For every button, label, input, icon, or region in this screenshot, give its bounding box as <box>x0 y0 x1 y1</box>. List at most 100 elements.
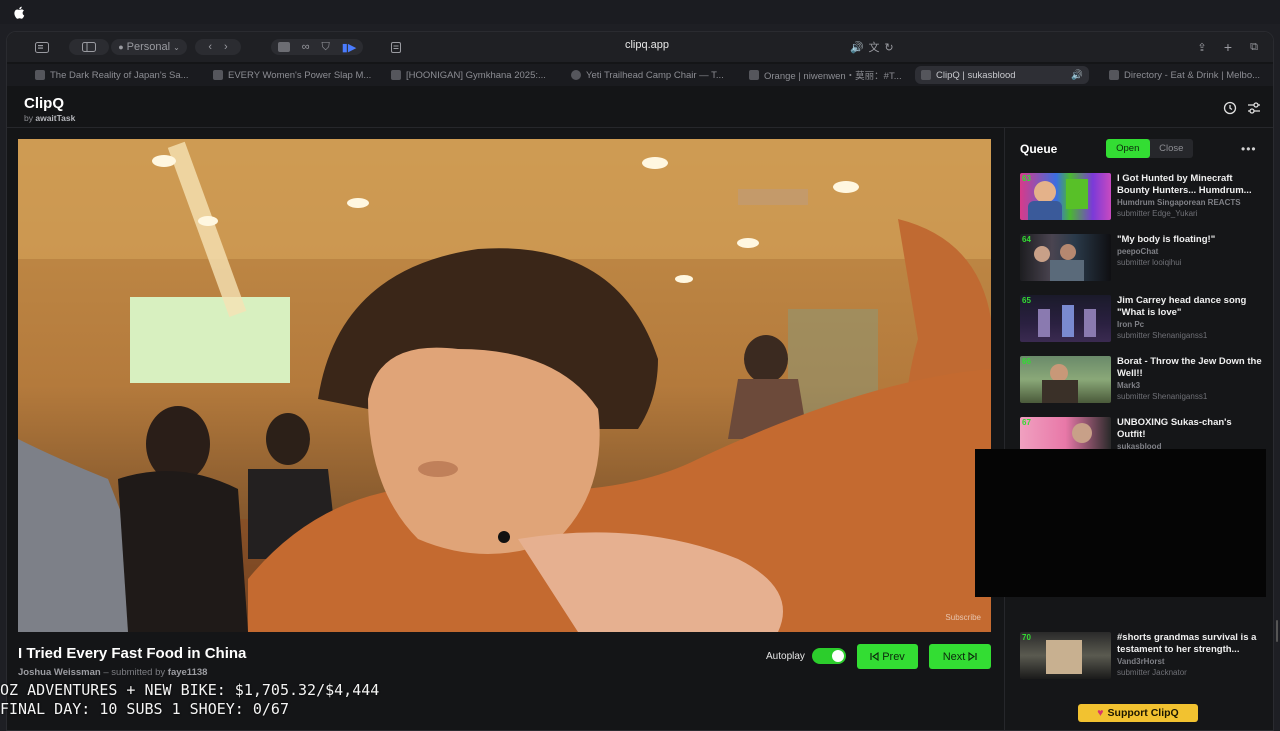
queue-number: 65 <box>1022 296 1031 305</box>
queue-item[interactable]: 64 "My body is floating!" peepoChat subm… <box>1020 234 1270 284</box>
queue-item-title: #shorts grandmas survival is a testament… <box>1117 632 1257 655</box>
address-bar[interactable]: clipq.app <box>567 39 727 51</box>
byline-prefix: by <box>24 113 33 123</box>
tab-yeti[interactable]: Yeti Trailhead Camp Chair — T... <box>565 66 735 84</box>
queue-title: Queue <box>1020 142 1058 156</box>
queue-item-title: Borat - Throw the Jew Down the Well!! <box>1117 356 1262 379</box>
extension-glasses-icon[interactable]: ∞ <box>302 41 310 53</box>
queue-thumbnail: 65 <box>1020 295 1111 342</box>
queue-item-title: Jim Carrey head dance song "What is love… <box>1117 295 1247 318</box>
new-tab-icon[interactable]: + <box>1221 39 1235 55</box>
autoplay-toggle[interactable] <box>812 648 846 664</box>
person-icon: ● <box>118 42 124 52</box>
settings-sliders-icon[interactable] <box>1247 101 1261 115</box>
clipq-favicon-icon <box>921 70 931 80</box>
history-nav: ‹ › <box>195 39 241 55</box>
queue-item-submitter: submitter Shenaniganss1 <box>1117 331 1208 340</box>
tab-title: Yeti Trailhead Camp Chair — T... <box>586 69 724 81</box>
queue-item[interactable]: 70 #shorts grandmas survival is a testam… <box>1020 632 1270 682</box>
tab-directory[interactable]: Directory - Eat & Drink | Melbo... <box>1103 66 1273 84</box>
tab-audio-icon[interactable]: 🔊 <box>1071 70 1083 81</box>
profile-label: Personal <box>126 41 171 53</box>
back-arrow-icon[interactable]: ‹ <box>208 41 212 53</box>
queue-item-text: Borat - Throw the Jew Down the Well!! Ma… <box>1117 356 1262 402</box>
browser-toolbar: ● Personal ⌄ ‹ › ∞ ⛉ ▮▶ clipq.app 🔊 文 ↻ … <box>7 32 1273 62</box>
youtube-favicon-icon <box>35 70 45 80</box>
queue-open-button[interactable]: Open <box>1106 139 1150 158</box>
next-label: Next <box>942 650 966 663</box>
next-button[interactable]: Next <box>929 644 991 669</box>
queue-item[interactable]: 66 Borat - Throw the Jew Down the Well!!… <box>1020 356 1270 406</box>
shield-icon[interactable]: ⛉ <box>322 41 330 54</box>
video-author[interactable]: Joshua Weissman <box>18 667 101 678</box>
tab-clipq[interactable]: ClipQ | sukasblood 🔊 <box>915 66 1089 84</box>
apple-logo-icon[interactable] <box>14 6 25 19</box>
profile-selector[interactable]: ● Personal ⌄ <box>111 39 187 55</box>
extension-reader-icon[interactable] <box>277 42 290 52</box>
prev-button[interactable]: Prev <box>857 644 918 669</box>
app-byline: by awaitTask <box>24 113 75 123</box>
youtube-favicon-icon <box>213 70 223 80</box>
extensions-bar: ∞ ⛉ ▮▶ <box>271 39 363 55</box>
queue-item-channel: Humdrum Singaporean REACTS <box>1117 198 1241 207</box>
browser-window: ● Personal ⌄ ‹ › ∞ ⛉ ▮▶ clipq.app 🔊 文 ↻ … <box>6 31 1274 731</box>
queue-item-title: I Got Hunted by Minecraft Bounty Hunters… <box>1117 173 1252 196</box>
queue-thumbnail: 70 <box>1020 632 1111 679</box>
video-watermark: Subscribe <box>945 613 981 622</box>
skip-back-icon <box>870 652 879 661</box>
queue-item[interactable]: 63 I Got Hunted by Minecraft Bounty Hunt… <box>1020 173 1270 223</box>
queue-item-title: "My body is floating!" <box>1117 234 1216 245</box>
youtube-favicon-icon <box>391 70 401 80</box>
video-title: I Tried Every Fast Food in China <box>18 645 247 662</box>
queue-item-text: "My body is floating!" peepoChat submitt… <box>1117 234 1262 268</box>
tab-grid-icon[interactable]: ⧉ <box>1247 39 1261 55</box>
tab-overview-icon[interactable] <box>69 39 109 55</box>
queue-thumbnail: 63 <box>1020 173 1111 220</box>
tab-orange[interactable]: Orange | niwenwen・莫丽：#T... <box>743 66 913 84</box>
queue-item-submitter: submitter looiqihui <box>1117 258 1182 267</box>
queue-item-channel: peepoChat <box>1117 247 1159 256</box>
prev-label: Prev <box>882 650 905 663</box>
support-button[interactable]: ♥ Support ClipQ <box>1078 704 1198 722</box>
queue-item-channel: Iron Pc <box>1117 320 1145 329</box>
video-meta: Joshua Weissman – submitted by faye1138 <box>18 667 207 678</box>
submitted-prefix: – submitted by <box>103 667 166 678</box>
queue-number: 66 <box>1022 357 1031 366</box>
support-label: Support ClipQ <box>1107 707 1179 719</box>
audio-playing-icon[interactable]: 🔊 <box>850 39 864 55</box>
scrollbar[interactable] <box>1276 620 1278 642</box>
more-options-icon[interactable]: ••• <box>1241 142 1257 156</box>
queue-item-text: Jim Carrey head dance song "What is love… <box>1117 295 1262 341</box>
tab-title: ClipQ | sukasblood <box>936 69 1016 81</box>
chevron-down-icon: ⌄ <box>173 42 180 52</box>
byline-author: awaitTask <box>35 113 76 123</box>
video-frame <box>18 139 991 632</box>
queue-thumbnail: 66 <box>1020 356 1111 403</box>
queue-item-submitter: submitter Edge_Yukari <box>1117 209 1198 218</box>
video-submitter[interactable]: faye1138 <box>168 667 208 678</box>
extension-blue-icon[interactable]: ▮▶ <box>342 41 357 54</box>
queue-item[interactable]: 65 Jim Carrey head dance song "What is l… <box>1020 295 1270 345</box>
queue-item-text: UNBOXING Sukas-chan's Outfit! sukasblood <box>1117 417 1262 452</box>
share-icon[interactable]: ⇪ <box>1195 39 1209 55</box>
translate-icon[interactable]: 文 <box>867 39 881 55</box>
queue-thumbnail: 64 <box>1020 234 1111 281</box>
heart-icon: ♥ <box>1097 707 1104 719</box>
video-player[interactable]: Subscribe <box>18 139 991 632</box>
reload-icon[interactable]: ↻ <box>883 39 895 55</box>
stream-ticker-line-1: OZ ADVENTURES + NEW BIKE: $1,705.32/$4,4… <box>0 681 380 699</box>
queue-item-submitter: submitter Jacknator <box>1117 668 1187 677</box>
tab-title: The Dark Reality of Japan's Sa... <box>50 69 189 81</box>
queue-close-button[interactable]: Close <box>1150 139 1194 158</box>
forward-arrow-icon[interactable]: › <box>224 41 228 53</box>
app-logo[interactable]: ClipQ <box>24 95 64 112</box>
page-menu-icon[interactable] <box>389 39 403 55</box>
stream-ticker-line-2: FINAL DAY: 10 SUBS 1 SHOEY: 0/67 <box>0 700 289 718</box>
sidebar-toggle-icon[interactable] <box>34 39 50 55</box>
queue-item-channel: Vand3rHorst <box>1117 657 1165 666</box>
tab-hoonigan[interactable]: [HOONIGAN] Gymkhana 2025:... <box>385 66 555 84</box>
tab-power-slap[interactable]: EVERY Women's Power Slap M... <box>207 66 377 84</box>
tab-title: EVERY Women's Power Slap M... <box>228 69 372 81</box>
tab-japan[interactable]: The Dark Reality of Japan's Sa... <box>29 66 199 84</box>
history-icon[interactable] <box>1223 101 1237 115</box>
